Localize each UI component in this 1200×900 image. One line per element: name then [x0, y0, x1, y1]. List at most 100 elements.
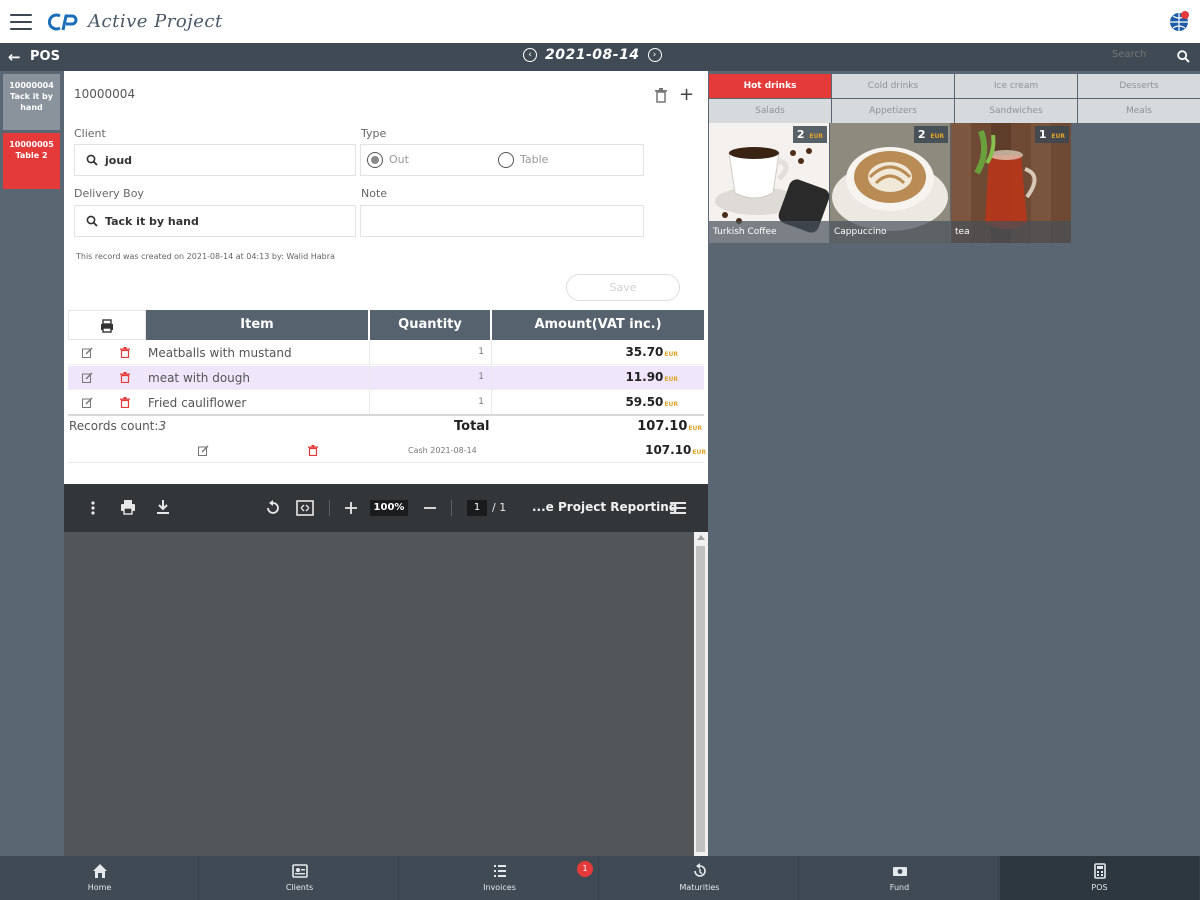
zoom-in-icon[interactable]: [345, 502, 357, 514]
edit-icon[interactable]: [198, 445, 209, 456]
print-icon[interactable]: [120, 499, 136, 515]
nav-home[interactable]: Home: [0, 856, 199, 900]
table-row[interactable]: meat with dough 1 11.90EUR: [68, 366, 704, 390]
nav-pos[interactable]: POS: [1000, 856, 1200, 900]
order-tab-id: 10000004: [9, 81, 54, 90]
category-desserts[interactable]: Desserts: [1078, 74, 1200, 98]
scroll-thumb[interactable]: [696, 546, 705, 852]
payment-amount: 107.10EUR: [645, 443, 706, 457]
category-meals[interactable]: Meals: [1078, 99, 1200, 123]
column-header-quantity[interactable]: Quantity: [370, 310, 490, 340]
note-field[interactable]: [360, 205, 644, 237]
type-table-radio[interactable]: [498, 152, 514, 168]
add-record-icon[interactable]: +: [679, 84, 694, 105]
download-icon[interactable]: [156, 499, 170, 515]
column-divider: [369, 341, 370, 414]
menu-icon[interactable]: [10, 13, 32, 30]
order-tab-label: Tack it by hand: [10, 92, 53, 112]
app-bar: Active Project: [0, 0, 1200, 43]
category-sandwiches[interactable]: Sandwiches: [955, 99, 1077, 123]
product-price: 1 EUR: [1034, 126, 1069, 143]
column-divider: [491, 341, 492, 414]
products-panel: Hot drinks Cold drinks Ice cream Dessert…: [708, 71, 1200, 856]
delete-icon[interactable]: [308, 445, 318, 456]
more-options-icon[interactable]: [91, 500, 95, 516]
row-amount: 59.50EUR: [625, 395, 678, 409]
category-cold-drinks[interactable]: Cold drinks: [832, 74, 954, 98]
product-name: tea: [951, 221, 1071, 243]
order-tab[interactable]: 10000004 Tack it by hand: [3, 74, 60, 130]
brand-logo-icon: [48, 13, 78, 30]
payment-row[interactable]: Cash 2021-08-14 107.10EUR: [68, 439, 706, 463]
delete-record-icon[interactable]: [654, 87, 668, 103]
category-hot-drinks[interactable]: Hot drinks: [709, 74, 831, 98]
type-out-label: Out: [389, 153, 409, 166]
fit-page-icon[interactable]: [296, 500, 314, 516]
brand-name: Active Project: [88, 11, 223, 32]
zoom-level[interactable]: 100%: [370, 500, 408, 516]
product-name: Cappuccino: [830, 221, 950, 243]
delete-icon[interactable]: [120, 372, 130, 383]
nav-fund[interactable]: Fund: [800, 856, 999, 900]
search-icon: [86, 215, 98, 227]
zoom-out-icon[interactable]: [424, 502, 436, 514]
product-card[interactable]: 2 EUR Cappuccino: [830, 123, 950, 243]
total-amount: 107.10EUR: [637, 419, 702, 434]
nav-invoices[interactable]: Invoices: [400, 856, 599, 900]
home-icon: [93, 864, 107, 878]
edit-icon[interactable]: [82, 397, 93, 408]
current-date[interactable]: 2021-08-14: [545, 47, 640, 63]
note-label: Note: [361, 187, 388, 200]
product-card[interactable]: 1 EUR tea: [951, 123, 1071, 243]
pdf-menu-icon[interactable]: [670, 501, 686, 515]
nav-label: Maturities: [679, 883, 720, 892]
row-quantity: 1: [478, 372, 484, 382]
row-amount: 11.90EUR: [625, 370, 678, 384]
product-card[interactable]: 2 EUR Turkish Coffee: [709, 123, 829, 243]
back-arrow-icon[interactable]: ←: [8, 48, 21, 66]
row-amount: 35.70EUR: [625, 345, 678, 359]
pdf-viewer[interactable]: [64, 532, 708, 856]
category-salads[interactable]: Salads: [709, 99, 831, 123]
search-input[interactable]: [1112, 49, 1167, 60]
maturities-icon: [694, 863, 706, 877]
category-appetizers[interactable]: Appetizers: [832, 99, 954, 123]
print-cell[interactable]: [68, 310, 146, 340]
table-row[interactable]: Meatballs with mustand 1 35.70EUR: [68, 341, 704, 365]
scroll-up-icon[interactable]: [697, 535, 705, 540]
delete-icon[interactable]: [120, 397, 130, 408]
delete-icon[interactable]: [120, 347, 130, 358]
clients-icon: [292, 864, 308, 878]
payment-description: Cash 2021-08-14: [408, 446, 477, 455]
created-info: This record was created on 2021-08-14 at…: [76, 252, 335, 261]
edit-icon[interactable]: [82, 372, 93, 383]
print-icon[interactable]: [100, 319, 114, 333]
order-tab[interactable]: 10000005 Table 2: [3, 133, 60, 189]
nav-label: POS: [1091, 883, 1108, 892]
language-globe-icon[interactable]: [1168, 10, 1190, 32]
table-row[interactable]: Fried cauliflower 1 59.50EUR: [68, 391, 704, 415]
type-out-radio[interactable]: [367, 152, 383, 168]
previous-date-icon[interactable]: ‹: [523, 48, 537, 62]
rotate-icon[interactable]: [264, 499, 282, 517]
column-header-amount[interactable]: Amount(VAT inc.): [492, 310, 704, 340]
pdf-toolbar: 100% 1 / 1 ...e Project Reporting: [64, 484, 708, 532]
nav-clients[interactable]: Clients: [200, 856, 399, 900]
page-number-input[interactable]: 1: [467, 500, 487, 516]
edit-icon[interactable]: [82, 347, 93, 358]
nav-maturities[interactable]: Maturities: [600, 856, 799, 900]
search-icon[interactable]: [1177, 50, 1190, 63]
invoices-badge: 1: [577, 861, 593, 877]
client-field[interactable]: joud: [74, 144, 356, 176]
pdf-scrollbar[interactable]: [694, 532, 708, 856]
save-button[interactable]: Save: [566, 274, 680, 301]
column-header-item[interactable]: Item: [146, 310, 368, 340]
delivery-boy-field[interactable]: Tack it by hand: [74, 205, 356, 237]
delivery-label: Delivery Boy: [74, 187, 144, 200]
bottom-navigation: Home Clients Invoices Maturities Fund PO…: [0, 856, 1200, 900]
nav-label: Invoices: [483, 883, 516, 892]
total-label: Total: [454, 419, 490, 434]
nav-label: Clients: [285, 883, 314, 892]
category-ice-cream[interactable]: Ice cream: [955, 74, 1077, 98]
next-date-icon[interactable]: ›: [647, 48, 662, 62]
